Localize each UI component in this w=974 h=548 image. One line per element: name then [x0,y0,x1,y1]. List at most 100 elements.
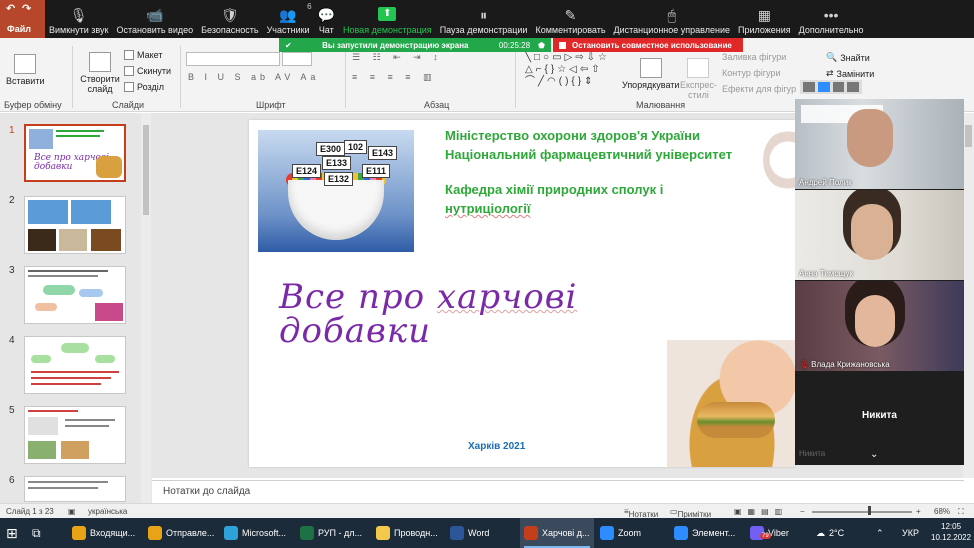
replace-button[interactable]: ⇄ Замінити [826,68,874,79]
find-icon: 🔍 [826,52,838,62]
font-family-select[interactable] [186,52,280,66]
slide-notes-field[interactable]: Нотатки до слайда [152,480,964,503]
slides-group-label: Слайди [112,100,145,110]
annotate-button[interactable]: ✎ Комментировать [531,0,609,38]
microphone-button[interactable]: 🎙 Вимкнути звук [45,0,112,38]
chevron-up-icon: ⌃ [876,527,884,538]
toolbar-label: Новая демонстрация [343,25,432,35]
section-button[interactable]: Розділ [124,82,164,92]
new-slide-icon [89,52,111,72]
clock[interactable]: 12:05 10.12.2022 [931,521,971,543]
shape-outline-button[interactable]: Контур фігури [722,68,780,78]
slide-thumbnail-5[interactable] [24,406,126,464]
taskbar-app[interactable]: 79 Viber [746,518,793,548]
more-button[interactable]: ••• Дополнительно [795,0,868,38]
chat-button[interactable]: 💬 Чат [314,0,339,38]
slide-thumbnail-3[interactable] [24,266,126,324]
paste-button[interactable]: Вставити [6,54,45,86]
gallery-view-switcher[interactable] [800,80,862,94]
shape-fill-button[interactable]: Заливка фігури [722,52,786,62]
file-tab[interactable]: ↶ ↷ Файл [0,0,38,38]
taskbar-app[interactable]: Word [446,518,493,548]
edge-icon [224,526,238,540]
remote-control-button[interactable]: 🖱 Дистанционное управление [610,0,734,38]
slide-canvas[interactable]: E300 102 E143 E133 E124 E111 E132 Мініст… [249,120,795,467]
apps-button[interactable]: ▦ Приложения [734,0,795,38]
participant-count: 6 [307,2,312,11]
redo-icon[interactable]: ↷ [22,2,31,15]
toolbar-label: Дистанционное управление [613,25,731,35]
zoom-slider-thumb[interactable] [868,506,871,515]
shield-button[interactable]: 🛡 Безопасность [197,0,262,38]
input-language[interactable]: УКР [902,518,919,548]
taskbar-app[interactable]: Проводн... [372,518,442,548]
taskbar-app[interactable]: Входящи... [68,518,139,548]
arrange-label: Упорядкувати [622,80,680,90]
tray-chevron[interactable]: ⌃ [876,518,884,548]
slide-thumbnail-2[interactable] [24,196,126,254]
department-heading: Кафедра хімії природних сполук і нутриці… [445,180,663,218]
zoom-slider[interactable] [812,511,912,513]
toolbar-label: Дополнительно [798,25,864,35]
slide-thumbnail-1[interactable]: Все про харчові добавки [24,124,126,182]
title-line-2: добавки [279,311,432,351]
paragraph-list-buttons[interactable]: ☰ ☷ ⇤ ⇥ ↕ [352,52,443,63]
participant-tile[interactable]: Анна Тимощук [795,190,964,280]
participant-tile[interactable]: Андрей Полик [795,99,964,189]
taskbar-app[interactable]: Элемент... [670,518,739,548]
express-styles-button[interactable]: Експрес- стилі [680,58,717,100]
zoom-out-button[interactable]: − [800,507,805,516]
participants-button[interactable]: 👥 6 Участники [263,0,314,38]
find-button[interactable]: 🔍 Знайти [826,52,870,63]
taskbar-app[interactable]: Zoom [596,518,645,548]
taskbar-app[interactable]: Отправле... [144,518,218,548]
arrange-button[interactable]: Упорядкувати [622,58,679,90]
zoom-in-button[interactable]: + [916,507,921,516]
scrollbar-thumb[interactable] [143,125,149,215]
view-option-icon[interactable] [817,82,830,92]
paragraph-group-label: Абзац [424,100,450,110]
participant-name: 🎙 Влада Крижановська [799,360,890,369]
participant-tile[interactable]: 🎙 Влада Крижановська [795,281,964,371]
shape-effects-button[interactable]: Ефекти для фігур [722,84,796,94]
notes-toggle[interactable]: ≡ Нотатки [624,507,658,519]
start-button[interactable]: ⊞ [6,518,18,548]
slide-thumbnail-4[interactable] [24,336,126,394]
participant-tile-partial[interactable]: Никита [795,445,964,465]
scrollbar-thumb[interactable] [965,125,972,147]
spellcheck-icon[interactable]: ▣ [68,507,76,516]
new-slide-button[interactable]: Створити слайд [80,52,120,94]
share-screen-button[interactable]: ⬆ Новая демонстрация [339,0,436,38]
participant-name: Никита [799,449,826,458]
share-pin-icon[interactable]: ✔ [285,41,292,50]
video-camera-button[interactable]: 📹 Остановить видео [112,0,197,38]
stop-share-button[interactable]: Остановить совместное использование [553,38,743,52]
weather-widget[interactable]: ☁ 2°C [816,518,844,548]
font-size-select[interactable] [282,52,312,66]
taskbar-app[interactable]: Microsoft... [220,518,290,548]
thumbnail-scrollbar[interactable] [141,113,151,503]
taskbar-app[interactable]: Харчові д... [520,518,594,548]
view-buttons[interactable]: ▣▦▤▥ [734,507,788,516]
comments-toggle[interactable]: ▭ Примітки [670,507,711,519]
undo-icon[interactable]: ↶ [6,2,15,15]
fit-slide-icon[interactable]: ⛶ [958,507,964,517]
zoom-level[interactable]: 68% [934,507,950,516]
chrome-icon [148,526,162,540]
taskbar-app[interactable]: РУП - дл... [296,518,366,548]
pause-button[interactable]: ⏸ Пауза демонстрации [436,0,532,38]
language-indicator[interactable]: українська [88,507,127,516]
paragraph-align-buttons[interactable]: ≡ ≡ ≡ ≡ ▥ [352,72,437,83]
thumb-number: 6 [9,475,15,486]
task-view-button[interactable]: ⧉ [32,518,41,548]
slide-thumbnail-6[interactable] [24,476,126,502]
shapes-gallery[interactable]: ╲□○▭▷⇨⇩☆ △⌐{}☆◁⇦⇧ ⌒╱◠(){}⇕ [525,52,607,92]
reset-button[interactable]: Скинути [124,66,171,76]
layout-button[interactable]: Макет [124,50,162,60]
font-format-buttons[interactable]: B I U S ab AV Aa [188,72,319,82]
view-option-icon[interactable] [803,82,815,92]
view-option-icon[interactable] [847,82,859,92]
editor-scrollbar[interactable] [963,113,974,478]
chevron-down-icon[interactable]: ⌄ [870,449,878,460]
view-option-icon[interactable] [832,82,845,92]
